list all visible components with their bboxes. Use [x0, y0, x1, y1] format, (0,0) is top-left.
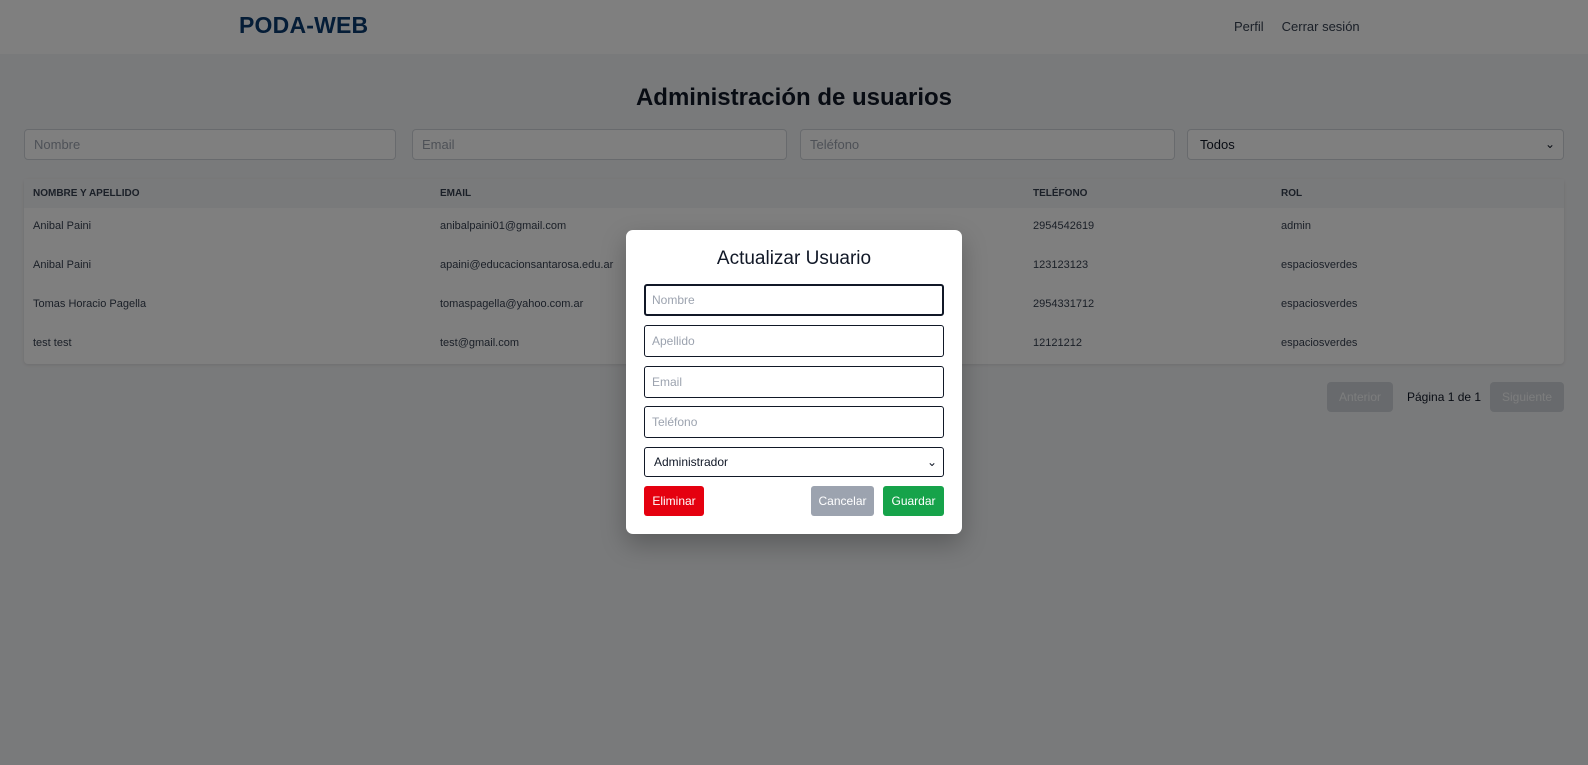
delete-button[interactable]: Eliminar — [644, 486, 704, 516]
modal-name-input[interactable]: Nombre — [644, 284, 944, 316]
update-user-modal: Actualizar Usuario Nombre Apellido Email… — [626, 230, 962, 534]
modal-email-input[interactable]: Email — [644, 366, 944, 398]
modal-role-value: Administrador — [654, 455, 729, 469]
modal-role-select[interactable]: Administrador ⌄ — [644, 447, 944, 477]
cancel-button[interactable]: Cancelar — [811, 486, 874, 516]
chevron-down-icon: ⌄ — [926, 455, 937, 469]
modal-phone-input[interactable]: Teléfono — [644, 406, 944, 438]
save-button[interactable]: Guardar — [883, 486, 944, 516]
modal-lastname-input[interactable]: Apellido — [644, 325, 944, 357]
modal-title: Actualizar Usuario — [716, 248, 872, 269]
page: PODA-WEB Perfil Cerrar sesión Administra… — [0, 0, 1588, 765]
